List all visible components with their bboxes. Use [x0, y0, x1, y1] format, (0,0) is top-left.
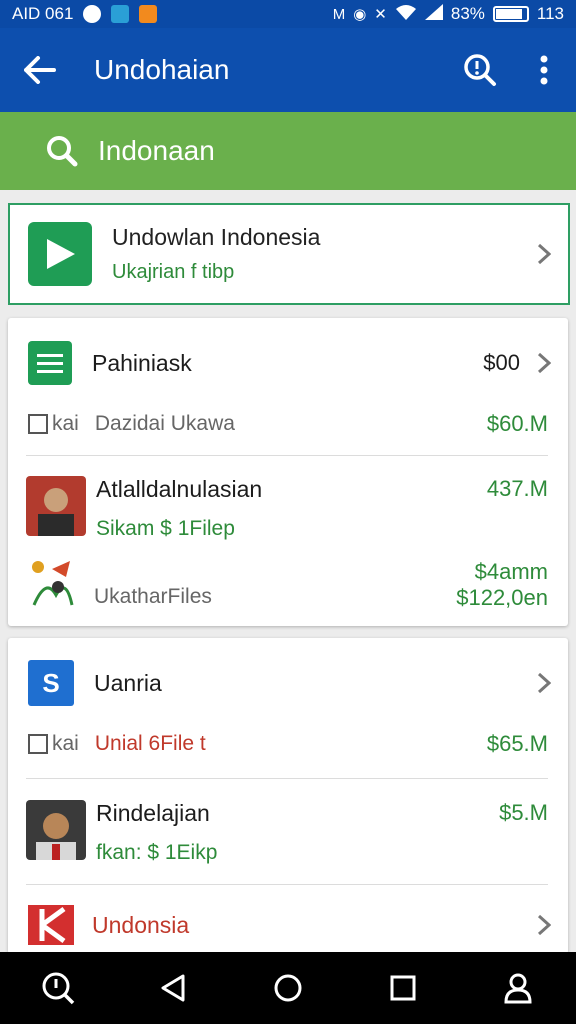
item-amount: $4amm: [474, 559, 548, 584]
list-item[interactable]: Pahiniask $00: [8, 338, 568, 388]
avatar: [26, 476, 86, 536]
search-icon: [464, 54, 496, 86]
recents-square-icon: [390, 975, 416, 1001]
cat-icon: [83, 5, 102, 23]
featured-subtitle: Ukajrian f tibp: [112, 261, 235, 283]
search-icon: [47, 136, 78, 167]
item-title: Uanria: [94, 669, 162, 696]
divider: [26, 778, 548, 779]
signal-icon: [424, 3, 443, 25]
s-app-icon: S: [28, 660, 74, 706]
item-amount: $5.M: [499, 800, 548, 825]
file-box-icon: [28, 734, 48, 754]
back-arrow-icon: [24, 56, 56, 84]
file-box-icon: [28, 414, 48, 434]
home-circle-icon: [274, 974, 302, 1002]
search-input[interactable]: Indonaan: [98, 135, 215, 167]
status-time: 113: [536, 4, 564, 23]
chevron-right-icon: [520, 352, 568, 374]
item-title: Atlalldalnulasian: [96, 476, 263, 502]
sub-amount: $60.M: [486, 411, 548, 436]
list-card: Pahiniask $00 kai Dazidai Ukawa $60.M At…: [8, 318, 568, 626]
status-bar: AID 061 M ◉ ✕ 83% 113: [0, 0, 576, 28]
search-history-icon: [42, 972, 74, 1005]
sub-text: Dazidai Ukawa: [94, 412, 235, 435]
account-icon: [504, 973, 532, 1004]
battery-icon: [492, 6, 529, 22]
k-app-icon: [28, 905, 74, 945]
sub-amount: $65.M: [486, 731, 548, 756]
item-amount-secondary: $122,0en: [456, 585, 548, 610]
back-triangle-icon: [161, 974, 185, 1002]
featured-item[interactable]: Undowlan Indonesia Ukajrian f tibp: [8, 203, 570, 305]
chevron-right-icon: [520, 243, 568, 265]
sub-text: Unial 6File t: [94, 732, 206, 755]
item-amount: 437.M: [486, 476, 548, 501]
chevron-right-icon: [520, 914, 568, 936]
search-bar[interactable]: Indonaan: [0, 112, 576, 190]
item-title: Rindelajian: [96, 800, 210, 826]
vibrate-icon: ✕: [374, 6, 387, 23]
list-item[interactable]: Rindelajian fkan: $ 1Eikp $5.M: [8, 800, 568, 864]
navigation-bar: [0, 952, 576, 1024]
list-item[interactable]: UkatharFiles $4amm $122,0en: [8, 554, 568, 616]
mute-icon: M: [332, 5, 346, 23]
search-button[interactable]: [448, 28, 512, 112]
sub-label: kai: [52, 732, 79, 755]
sub-label: kai: [52, 412, 79, 435]
wifi-icon: [395, 4, 417, 25]
item-amount: $00: [483, 350, 520, 375]
divider: [26, 455, 548, 456]
back-button[interactable]: [0, 28, 80, 112]
list-card: S Uanria kai Unial 6File t $65.M Rindela…: [8, 638, 568, 954]
alarm-icon: ◉: [353, 6, 367, 23]
battery-percent: 83%: [450, 4, 485, 23]
item-title: Undonsia: [92, 911, 190, 938]
item-title: UkatharFiles: [94, 585, 212, 608]
status-left-text: AID 061: [12, 4, 74, 23]
nav-recents-button[interactable]: [368, 958, 438, 1018]
page-title: Undohaian: [94, 54, 230, 85]
avatar: [26, 800, 86, 860]
nav-search-button[interactable]: [23, 958, 93, 1018]
nav-account-button[interactable]: [483, 958, 553, 1018]
document-icon: [28, 341, 72, 385]
item-subtitle: Sikam $ 1Filep: [96, 517, 235, 540]
app-bar: Undohaian: [0, 28, 576, 112]
item-title: Pahiniask: [92, 349, 192, 376]
play-icon: [28, 222, 92, 286]
list-item[interactable]: S Uanria: [8, 658, 568, 708]
more-vert-icon: [540, 55, 548, 85]
list-subrow: kai Dazidai Ukawa $60.M: [8, 406, 568, 442]
nav-back-button[interactable]: [138, 958, 208, 1018]
item-subtitle: fkan: $ 1Eikp: [96, 841, 218, 864]
list-item[interactable]: Atlalldalnulasian Sikam $ 1Filep 437.M: [8, 476, 568, 540]
music-icon: [111, 5, 130, 23]
orange-app-icon: [139, 5, 158, 23]
chevron-right-icon: [520, 672, 568, 694]
divider: [26, 884, 548, 885]
nav-home-button[interactable]: [253, 958, 323, 1018]
list-item[interactable]: Undonsia: [8, 902, 568, 948]
list-subrow: kai Unial 6File t $65.M: [8, 726, 568, 762]
flower-icon: [26, 557, 80, 613]
featured-title: Undowlan Indonesia: [112, 224, 321, 250]
more-options-button[interactable]: [512, 28, 576, 112]
